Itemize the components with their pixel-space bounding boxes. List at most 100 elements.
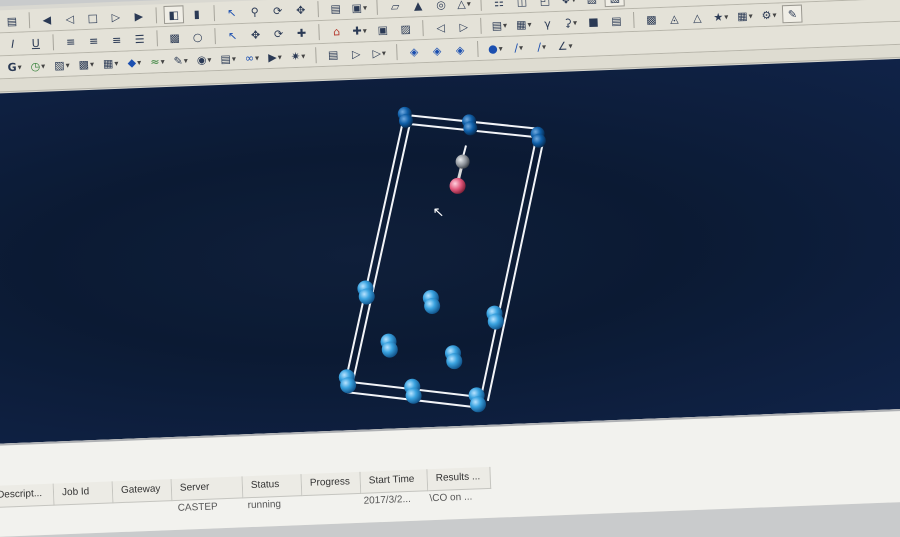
- document-icon[interactable]: ▤: [325, 0, 346, 18]
- move-icon[interactable]: ✥: [245, 25, 266, 44]
- stop-icon[interactable]: □: [82, 8, 103, 27]
- underline-button[interactable]: U: [25, 34, 46, 53]
- bond-icon[interactable]: ∕: [508, 38, 529, 57]
- co-molecule: [448, 145, 471, 194]
- prev-icon[interactable]: ◁: [60, 9, 81, 28]
- carbon-atom: [455, 154, 470, 169]
- tool-f-icon[interactable]: ◫: [512, 0, 533, 11]
- view-icon[interactable]: ▣: [348, 0, 370, 17]
- build-icon[interactable]: ▧: [51, 56, 73, 75]
- col-description[interactable]: Descript...: [0, 484, 55, 508]
- cluster-icon[interactable]: ✷: [288, 47, 309, 66]
- paint-icon[interactable]: ✎: [170, 51, 191, 70]
- g-menu-button[interactable]: G: [4, 57, 25, 76]
- tools-icon[interactable]: ⚙: [758, 5, 780, 24]
- grid-menu-icon[interactable]: ▦: [734, 6, 756, 25]
- tool-b-icon[interactable]: ▲: [408, 0, 429, 15]
- align-left-icon[interactable]: ≡: [60, 32, 81, 51]
- step-icon[interactable]: ▷: [369, 43, 390, 62]
- cell-results: \CO on ...: [421, 489, 484, 509]
- next-icon[interactable]: ▷: [105, 8, 126, 27]
- italic-button[interactable]: I: [2, 34, 23, 53]
- lock-icon[interactable]: ■: [583, 12, 604, 31]
- document-menu-icon[interactable]: ▤: [488, 16, 510, 35]
- col-gateway[interactable]: Gateway: [113, 479, 173, 503]
- col-progress[interactable]: Progress: [302, 472, 362, 496]
- cell-start-time: 2017/3/2...: [355, 492, 422, 513]
- diamond-icon[interactable]: ◆: [124, 53, 145, 72]
- atom-select-icon[interactable]: ●: [485, 39, 506, 58]
- cell-server: CASTEP: [169, 498, 240, 519]
- nav-back-icon[interactable]: ◁: [430, 18, 451, 37]
- last-icon[interactable]: ▶: [128, 7, 149, 26]
- bars-icon[interactable]: ▦: [513, 15, 535, 34]
- tool-c-icon[interactable]: ◎: [431, 0, 452, 14]
- structure-canvas: [0, 58, 900, 444]
- cell-icon[interactable]: ◬: [664, 9, 685, 28]
- tool-d-icon[interactable]: △: [454, 0, 475, 13]
- tool-i-icon[interactable]: ▨: [581, 0, 602, 8]
- tool-e-icon[interactable]: ☷: [489, 0, 510, 12]
- play-icon[interactable]: ▷: [346, 44, 367, 63]
- binoculars-icon[interactable]: ○: [187, 27, 208, 46]
- align-center-icon[interactable]: ≡: [83, 31, 104, 50]
- image-icon[interactable]: ▩: [164, 28, 185, 47]
- layout-icon[interactable]: ◧: [163, 5, 184, 24]
- tool-g-icon[interactable]: ◰: [535, 0, 556, 10]
- col-server[interactable]: Server: [172, 476, 244, 501]
- col-status[interactable]: Status: [243, 474, 303, 498]
- cell-status: running: [239, 496, 298, 516]
- target-icon[interactable]: ◉: [193, 50, 214, 69]
- oxygen-atom: [449, 178, 466, 195]
- flask-icon[interactable]: ⚳: [560, 13, 581, 32]
- mouse-cursor-icon: ↖: [432, 204, 444, 220]
- chart-icon[interactable]: ▮: [186, 4, 207, 23]
- symmetry-icon[interactable]: ▩: [641, 10, 662, 29]
- page-prev-icon[interactable]: ▤: [323, 45, 344, 64]
- rotate-view-icon[interactable]: ⟳: [268, 24, 289, 43]
- zoom-icon[interactable]: ⚲: [244, 2, 265, 21]
- col-results[interactable]: Results ...: [427, 467, 491, 491]
- col-job-id[interactable]: Job Id: [54, 481, 114, 505]
- fit-icon[interactable]: ▣: [372, 20, 393, 39]
- select-arrow-icon[interactable]: ↖: [222, 26, 243, 45]
- clock-icon[interactable]: ◷: [27, 57, 48, 76]
- tool-h-icon[interactable]: ❖: [558, 0, 580, 9]
- pointer-icon[interactable]: ↖: [221, 3, 242, 22]
- home-icon[interactable]: ⌂: [326, 22, 347, 41]
- center-icon[interactable]: ✚: [349, 21, 370, 40]
- network-icon[interactable]: ★: [710, 7, 732, 26]
- col-start-time[interactable]: Start Time: [360, 469, 428, 494]
- export-icon[interactable]: ▨: [395, 19, 416, 38]
- rotate-icon[interactable]: ⟳: [267, 1, 288, 20]
- script-icon[interactable]: ✎: [782, 5, 803, 24]
- molecule-a-icon[interactable]: ◈: [404, 42, 425, 61]
- align-right-icon[interactable]: ≡: [106, 30, 127, 49]
- pan-icon[interactable]: ✚: [291, 23, 312, 42]
- mix-icon[interactable]: ∞: [241, 48, 262, 67]
- measure-icon[interactable]: ∠: [554, 36, 576, 55]
- nav-fwd-icon[interactable]: ▷: [453, 17, 474, 36]
- first-icon[interactable]: ◀: [37, 10, 58, 29]
- list-icon[interactable]: ☰: [129, 30, 150, 49]
- tool-j-icon[interactable]: ▧: [604, 0, 625, 7]
- plot-icon[interactable]: ▤: [606, 11, 627, 30]
- unit-cell: [335, 110, 554, 414]
- lattice-icon[interactable]: ▦: [100, 54, 122, 73]
- crystal-icon[interactable]: ▩: [75, 55, 97, 74]
- graph-icon[interactable]: △: [687, 8, 708, 27]
- page-icon[interactable]: ▤: [2, 12, 23, 31]
- molecule-b-icon[interactable]: ◈: [427, 41, 448, 60]
- surface-icon[interactable]: ▤: [217, 49, 239, 68]
- atom-tool-icon[interactable]: ❖: [0, 58, 2, 77]
- app-screen: ▦ ▤ ◀ ◁ □ ▷ ▶ ◧ ▮ ↖ ⚲ ⟳ ✥ ▤ ▣ ▱ ▲ ◎ △ ☷ …: [0, 0, 900, 537]
- tool-a-icon[interactable]: ▱: [385, 0, 406, 16]
- fork-icon[interactable]: γ: [537, 14, 558, 33]
- bottom-layer-atoms: [339, 364, 487, 418]
- 3d-viewer[interactable]: ↖ Y: [0, 58, 900, 444]
- script-run-icon[interactable]: ▶: [265, 47, 286, 66]
- bond-b-icon[interactable]: ∕: [531, 37, 552, 56]
- molecule-c-icon[interactable]: ◈: [450, 40, 471, 59]
- translate-icon[interactable]: ✥: [290, 0, 311, 19]
- wave-icon[interactable]: ≈: [147, 52, 168, 71]
